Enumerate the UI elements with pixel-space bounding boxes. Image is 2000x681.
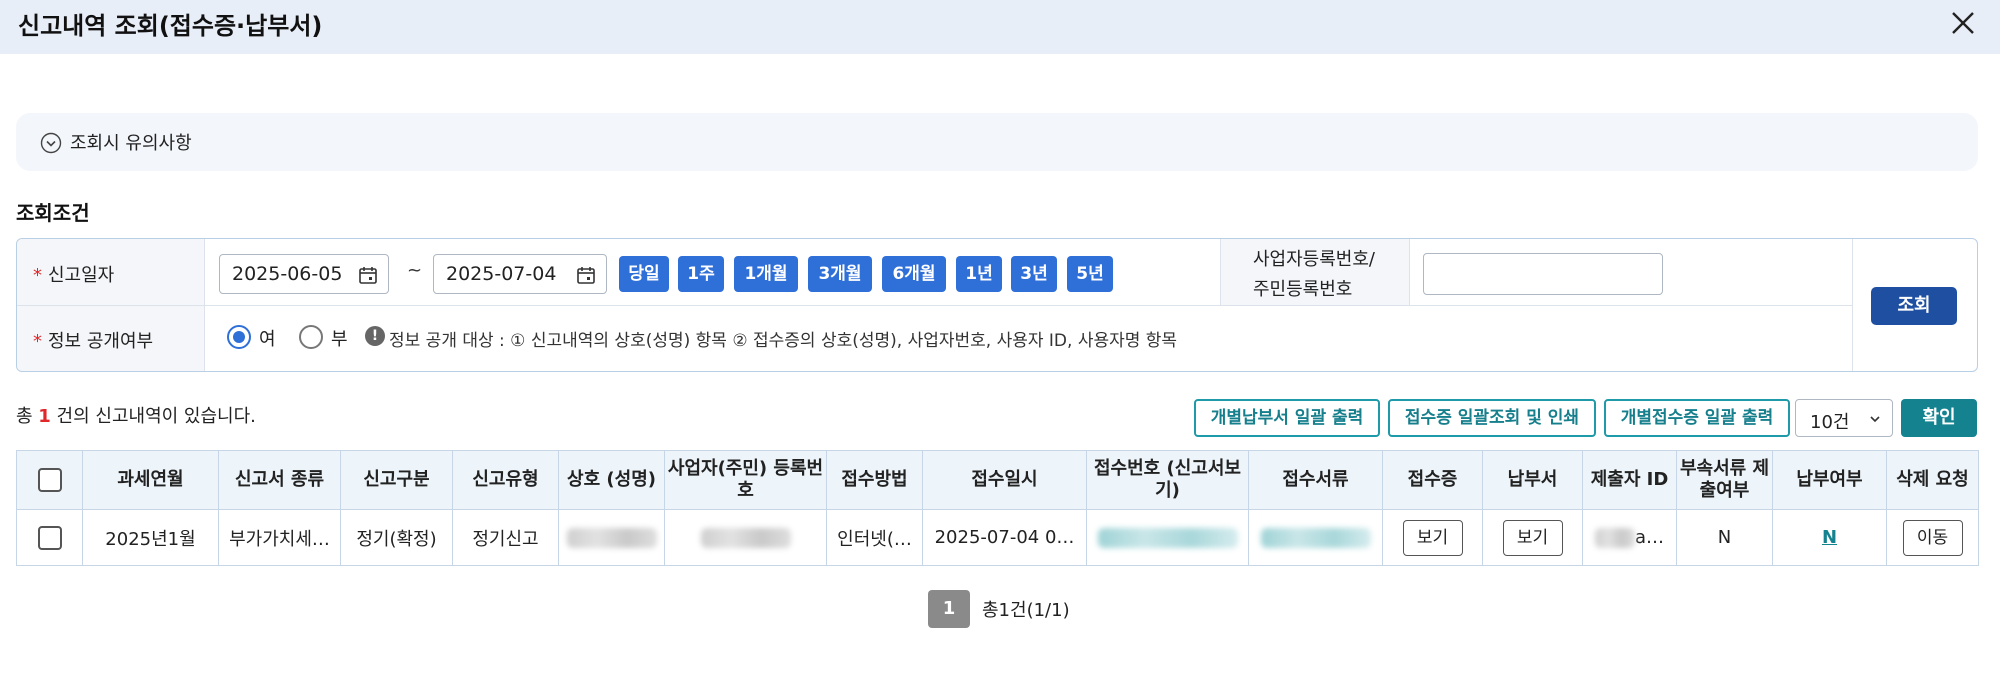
- redacted-regno: [700, 528, 791, 548]
- receipt-view-button[interactable]: 보기: [1402, 519, 1463, 556]
- col-method: 접수방법: [826, 450, 923, 510]
- cell-datetime: 2025-07-04 0…: [922, 509, 1087, 566]
- row-divider: [17, 305, 1852, 306]
- disclosure-no-label: 부: [331, 329, 348, 350]
- col-receipt-no: 접수번호 (신고서보기): [1086, 450, 1249, 510]
- bizno-input[interactable]: [1423, 253, 1663, 295]
- col-receipt: 접수증: [1382, 450, 1483, 510]
- page-size-select[interactable]: 10건: [1795, 399, 1893, 437]
- table-row: 2025년1월 부가가치세… 정기(확정) 정기신고 인터넷(… 2025-07…: [16, 509, 1979, 566]
- modal-title: 신고내역 조회(접수증·납부서): [18, 12, 323, 40]
- info-icon: !: [365, 326, 385, 346]
- cell-docs[interactable]: [1248, 509, 1383, 566]
- redacted-receipt-no: [1097, 528, 1238, 548]
- pagination-info: 총1건(1/1): [982, 600, 1070, 621]
- conditions-title: 조회조건: [16, 201, 90, 225]
- disclosure-no-radio[interactable]: [299, 325, 323, 349]
- redacted-docs: [1260, 528, 1371, 548]
- required-mark: *: [33, 331, 42, 352]
- disclosure-yes-label: 여: [259, 329, 276, 350]
- col-delete: 삭제 요청: [1886, 450, 1979, 510]
- chevron-down-circle-icon: [40, 132, 62, 154]
- period-1month-button[interactable]: 1개월: [734, 256, 798, 292]
- search-conditions: * 신고일자 * 정보 공개여부 2025-06-05 ~ 2025-07-04 당…: [16, 238, 1978, 372]
- calendar-icon[interactable]: [358, 265, 378, 285]
- date-to-input[interactable]: 2025-07-04: [433, 254, 607, 294]
- select-all-checkbox[interactable]: [37, 468, 62, 492]
- close-icon: [1952, 12, 1974, 34]
- bulk-receipt-view-button[interactable]: 접수증 일괄조회 및 인쇄: [1388, 399, 1596, 437]
- cell-delete: 이동: [1886, 509, 1979, 566]
- submitter-suffix: a…: [1634, 527, 1665, 548]
- col-company: 상호 (성명): [558, 450, 665, 510]
- bulk-bill-print-button[interactable]: 개별납부서 일괄 출력: [1194, 399, 1380, 437]
- report-date-label: * 신고일자: [33, 265, 115, 286]
- col-period: 과세연월: [82, 450, 219, 510]
- cell-category: 정기(확정): [340, 509, 453, 566]
- disclosure-label: * 정보 공개여부: [33, 331, 154, 352]
- disclosure-yes-radio[interactable]: [227, 325, 251, 349]
- cell-period: 2025년1월: [82, 509, 219, 566]
- confirm-button[interactable]: 확인: [1901, 399, 1977, 437]
- period-6month-button[interactable]: 6개월: [882, 256, 946, 292]
- bizno-label-cell: 사업자등록번호/ 주민등록번호: [1220, 239, 1410, 305]
- period-3year-button[interactable]: 3년: [1011, 256, 1057, 292]
- notice-accordion[interactable]: 조회시 유의사항: [16, 113, 1978, 171]
- select-all-cell: [16, 450, 83, 510]
- date-from-input[interactable]: 2025-06-05: [219, 254, 389, 294]
- search-button[interactable]: 조회: [1871, 287, 1957, 325]
- col-kind: 신고유형: [452, 450, 559, 510]
- col-attach: 부속서류 제출여부: [1676, 450, 1773, 510]
- page-1-button[interactable]: 1: [928, 590, 970, 628]
- col-bill: 납부서: [1482, 450, 1583, 510]
- cell-receipt-no[interactable]: [1086, 509, 1249, 566]
- cell-submitter: a…: [1582, 509, 1677, 566]
- paid-status-link[interactable]: N: [1822, 527, 1837, 548]
- table-header-row: 과세연월 신고서 종류 신고구분 신고유형 상호 (성명) 사업자(주민) 등록…: [16, 450, 1979, 510]
- cell-kind: 정기신고: [452, 509, 559, 566]
- cell-company: [558, 509, 665, 566]
- search-column: 조회: [1852, 239, 1978, 371]
- bulk-receipt-print-button[interactable]: 개별접수증 일괄 출력: [1604, 399, 1790, 437]
- result-count: 총 1 건의 신고내역이 있습니다.: [16, 406, 256, 427]
- delete-move-button[interactable]: 이동: [1902, 519, 1963, 556]
- cell-method: 인터넷(…: [826, 509, 923, 566]
- col-category: 신고구분: [340, 450, 453, 510]
- bill-view-button[interactable]: 보기: [1502, 519, 1563, 556]
- modal-header: 신고내역 조회(접수증·납부서): [0, 0, 2000, 54]
- redacted-submitter: [1594, 528, 1635, 548]
- col-docs: 접수서류: [1248, 450, 1383, 510]
- calendar-icon[interactable]: [576, 265, 596, 285]
- disclosure-info-text: 정보 공개 대상 : ① 신고내역의 상호(성명) 항목 ② 접수증의 상호(성…: [389, 331, 1178, 351]
- bizno-label-line2: 주민등록번호: [1253, 279, 1353, 300]
- col-paid: 납부여부: [1772, 450, 1887, 510]
- notice-label: 조회시 유의사항: [70, 133, 192, 154]
- col-datetime: 접수일시: [922, 450, 1087, 510]
- row-select-cell: [16, 509, 83, 566]
- col-regno: 사업자(주민) 등록번호: [664, 450, 827, 510]
- cell-regno: [664, 509, 827, 566]
- redacted-company: [566, 528, 657, 548]
- results-table: 과세연월 신고서 종류 신고구분 신고유형 상호 (성명) 사업자(주민) 등록…: [16, 450, 1979, 566]
- cell-type: 부가가치세…: [218, 509, 341, 566]
- period-3month-button[interactable]: 3개월: [808, 256, 872, 292]
- chevron-down-icon: [1870, 416, 1880, 423]
- date-range-separator: ~: [407, 260, 423, 281]
- period-5year-button[interactable]: 5년: [1067, 256, 1113, 292]
- col-type: 신고서 종류: [218, 450, 341, 510]
- period-today-button[interactable]: 당일: [619, 256, 669, 292]
- period-1year-button[interactable]: 1년: [956, 256, 1002, 292]
- bizno-label-line1: 사업자등록번호/: [1253, 249, 1375, 270]
- close-button[interactable]: [1946, 6, 1980, 40]
- col-submitter: 제출자 ID: [1582, 450, 1677, 510]
- cell-bill: 보기: [1482, 509, 1583, 566]
- row-checkbox[interactable]: [37, 525, 62, 550]
- required-mark: *: [33, 265, 42, 286]
- cell-receipt: 보기: [1382, 509, 1483, 566]
- cell-paid: N: [1772, 509, 1887, 566]
- period-1week-button[interactable]: 1주: [678, 256, 724, 292]
- cell-attach: N: [1676, 509, 1773, 566]
